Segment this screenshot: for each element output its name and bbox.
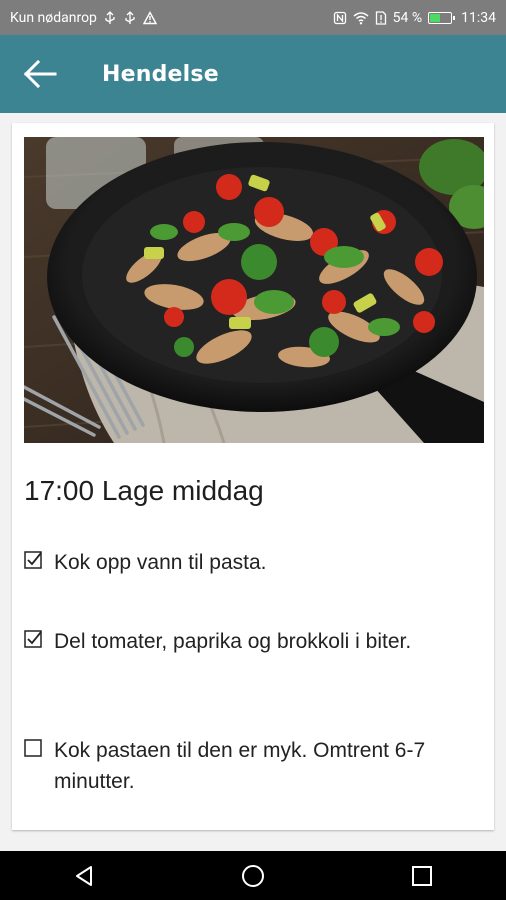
carrier-text: Kun nødanrop bbox=[10, 9, 97, 26]
checkbox-checked-icon[interactable] bbox=[24, 551, 42, 569]
wifi-icon bbox=[353, 11, 369, 24]
nav-back-button[interactable] bbox=[54, 856, 114, 896]
warning-icon bbox=[142, 10, 157, 24]
event-title: 17:00 Lage middag bbox=[24, 475, 264, 506]
triangle-back-icon bbox=[76, 865, 93, 886]
checkbox-unchecked-icon[interactable] bbox=[24, 739, 42, 757]
system-nav-bar bbox=[0, 851, 506, 900]
usb-icon bbox=[125, 10, 135, 24]
task-text: Kok pastaen til den er myk. Omtrent 6-7 … bbox=[54, 739, 426, 793]
sim-icon bbox=[375, 10, 386, 25]
task-item[interactable]: Kok opp vann til pasta. bbox=[24, 547, 474, 578]
usb-icon bbox=[105, 10, 115, 24]
task-text: Del tomater, paprika og brokkoli i biter… bbox=[54, 630, 412, 653]
clock: 11:34 bbox=[461, 9, 496, 26]
pasta-skillet-photo bbox=[24, 137, 484, 443]
task-item[interactable]: Del tomater, paprika og brokkoli i biter… bbox=[24, 626, 474, 657]
arrow-left-icon bbox=[23, 60, 57, 88]
event-card: 17:00 Lage middag Kok opp vann til pasta… bbox=[12, 123, 494, 830]
event-photo bbox=[24, 137, 484, 443]
checkbox-checked-icon[interactable] bbox=[24, 630, 42, 648]
battery-icon bbox=[428, 11, 456, 24]
task-text: Kok opp vann til pasta. bbox=[54, 551, 267, 574]
app-bar: Hendelse bbox=[0, 35, 506, 113]
back-button[interactable] bbox=[18, 52, 62, 96]
square-recents-icon bbox=[411, 865, 432, 886]
page-title: Hendelse bbox=[102, 61, 219, 87]
nav-home-button[interactable] bbox=[223, 856, 283, 896]
battery-percent: 54 % bbox=[392, 9, 423, 26]
status-bar: Kun nødanrop 54 % 11:34 bbox=[0, 0, 506, 35]
nfc-icon bbox=[333, 11, 346, 24]
circle-home-icon bbox=[241, 864, 264, 887]
nav-recents-button[interactable] bbox=[392, 856, 452, 896]
task-item[interactable]: Kok pastaen til den er myk. Omtrent 6-7 … bbox=[24, 735, 474, 797]
